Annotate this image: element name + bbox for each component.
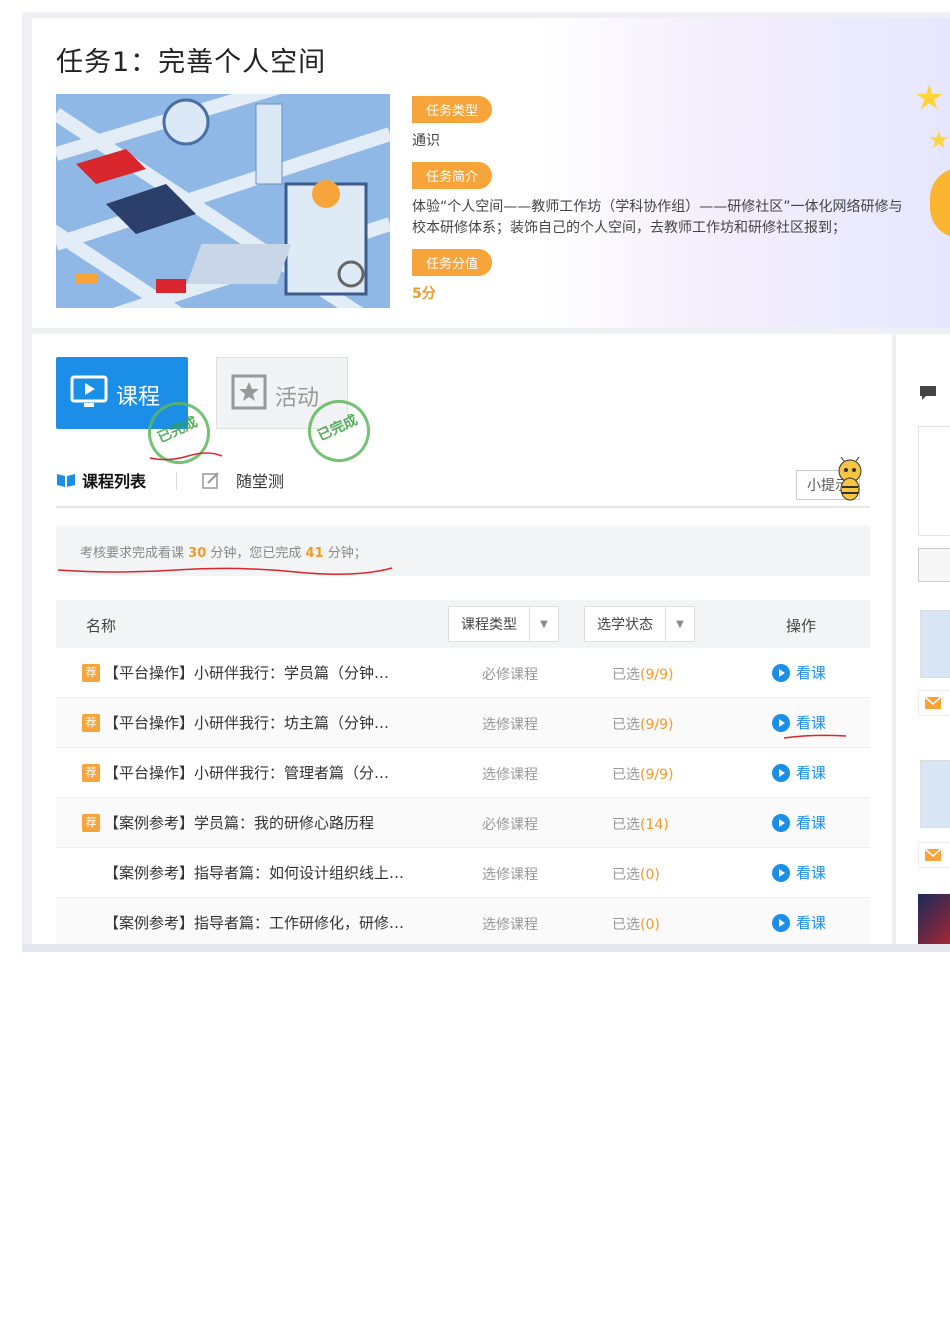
course-status: 已选(9/9) bbox=[612, 667, 674, 683]
task-type-value: 通识 bbox=[412, 133, 440, 149]
play-icon bbox=[772, 763, 790, 782]
table-row: 【案例参考】指导者篇：工作研修化，研修… 选修课程 已选(0) 看课 bbox=[56, 898, 870, 948]
table-header: 名称 课程类型 ▼ 选学状态 ▼ 操作 bbox=[56, 600, 870, 648]
course-name[interactable]: 【平台操作】小研伴我行：学员篇（分钟… bbox=[104, 662, 424, 683]
monitor-play-icon bbox=[70, 375, 108, 407]
course-panel: 课程 已完成 活动 已完成 课程列表 随堂测 小提示 考核要求完成看课 30 分… bbox=[32, 334, 892, 952]
red-annotation-underline bbox=[57, 567, 393, 575]
course-status: 已选(0) bbox=[612, 867, 660, 883]
recommend-badge: 荐 bbox=[82, 764, 100, 782]
watch-course-button[interactable]: 看课 bbox=[772, 862, 826, 883]
mail-icon[interactable] bbox=[918, 690, 950, 716]
subtab-quiz-label: 随堂测 bbox=[236, 472, 285, 491]
red-annotation-underline bbox=[149, 452, 223, 461]
task-info: 任务类型 通识 任务简介 体验“个人空间——教师工作坊（学科协作组）——研修社区… bbox=[412, 96, 912, 315]
chat-bubble-icon bbox=[920, 386, 936, 400]
subtab-course-list-label: 课程列表 bbox=[82, 472, 147, 491]
subtab-divider bbox=[176, 472, 177, 490]
course-name[interactable]: 【案例参考】指导者篇：工作研修化，研修… bbox=[104, 912, 424, 933]
watch-course-button[interactable]: 看课 bbox=[772, 812, 826, 833]
task-intro-value: 体验“个人空间——教师工作坊（学科协作组）——研修社区”一体化网络研修与校本研修… bbox=[412, 199, 903, 236]
course-status: 已选(9/9) bbox=[612, 767, 674, 783]
task-illustration bbox=[56, 94, 390, 308]
course-name[interactable]: 【案例参考】学员篇：我的研修心路历程 bbox=[104, 812, 424, 833]
task-title: 任务1：完善个人空间 bbox=[56, 47, 327, 78]
chevron-down-icon: ▼ bbox=[676, 618, 684, 630]
task-score-tag: 任务分值 bbox=[412, 249, 493, 276]
recommend-badge: 荐 bbox=[82, 814, 100, 832]
avatar[interactable] bbox=[920, 610, 950, 678]
course-type: 选修课程 bbox=[482, 917, 538, 933]
play-icon bbox=[772, 863, 790, 882]
recommend-badge: 荐 bbox=[82, 714, 100, 732]
completed-minutes: 41 bbox=[305, 546, 324, 561]
status-select[interactable]: 选学状态 ▼ bbox=[584, 606, 695, 642]
table-row: 【案例参考】指导者篇：如何设计组织线上… 选修课程 已选(0) 看课 bbox=[56, 848, 870, 898]
course-type: 选修课程 bbox=[482, 717, 538, 733]
col-operation: 操作 bbox=[786, 617, 817, 635]
table-row: 荐 【平台操作】小研伴我行：管理者篇（分… 选修课程 已选(9/9) 看课 bbox=[56, 748, 870, 798]
subtab-course-list[interactable]: 课程列表 bbox=[56, 468, 146, 492]
course-type: 选修课程 bbox=[482, 767, 538, 783]
table-row: 荐 【案例参考】学员篇：我的研修心路历程 必修课程 已选(14) 看课 bbox=[56, 798, 870, 848]
recommend-badge: 荐 bbox=[82, 664, 100, 682]
watch-course-button[interactable]: 看课 bbox=[772, 712, 826, 733]
course-type-select[interactable]: 课程类型 ▼ bbox=[448, 606, 559, 642]
course-type: 必修课程 bbox=[482, 817, 538, 833]
course-type: 选修课程 bbox=[482, 867, 538, 883]
task-score-value: 5分 bbox=[412, 286, 436, 302]
requirement-bar: 考核要求完成看课 30 分钟，您已完成 41 分钟； bbox=[56, 526, 870, 576]
red-annotation-underline bbox=[783, 734, 847, 739]
play-icon bbox=[772, 713, 790, 732]
book-icon bbox=[57, 474, 75, 487]
course-name[interactable]: 【平台操作】小研伴我行：管理者篇（分… bbox=[104, 762, 424, 783]
star-frame-icon bbox=[231, 374, 267, 410]
star-icon: ★ bbox=[914, 78, 945, 118]
requirement-text: 考核要求完成看课 30 分钟，您已完成 41 分钟； bbox=[80, 546, 367, 561]
watch-course-button[interactable]: 看课 bbox=[772, 662, 826, 683]
watch-course-button[interactable]: 看课 bbox=[772, 762, 826, 783]
star-icon: ★ bbox=[928, 126, 950, 154]
mail-icon[interactable] bbox=[918, 842, 950, 868]
table-row: 荐 【平台操作】小研伴我行：学员篇（分钟… 必修课程 已选(9/9) 看课 bbox=[56, 648, 870, 698]
task-intro-tag: 任务简介 bbox=[412, 162, 493, 189]
course-table: 名称 课程类型 ▼ 选学状态 ▼ 操作 荐 【平台操作】小研伴我行：学员篇（分钟… bbox=[56, 600, 870, 948]
tab-activity-label: 活动 bbox=[275, 386, 320, 411]
chevron-down-icon: ▼ bbox=[540, 618, 548, 630]
avatar[interactable] bbox=[920, 760, 950, 828]
course-status: 已选(14) bbox=[612, 817, 669, 833]
course-name[interactable]: 【案例参考】指导者篇：如何设计组织线上… bbox=[104, 862, 424, 883]
bee-mascot-icon bbox=[838, 457, 862, 501]
course-status: 已选(9/9) bbox=[612, 717, 674, 733]
task-type-tag: 任务类型 bbox=[412, 96, 493, 123]
course-type: 必修课程 bbox=[482, 667, 538, 683]
play-icon bbox=[772, 663, 790, 682]
table-row: 荐 【平台操作】小研伴我行：坊主篇（分钟… 选修课程 已选(9/9) 看课 bbox=[56, 698, 870, 748]
task-header-card: 任务1：完善个人空间 任务类型 通识 任务简介 体验“个人空间——教师工作坊（学… bbox=[32, 18, 950, 328]
side-button[interactable] bbox=[918, 548, 950, 582]
side-input-box[interactable] bbox=[918, 426, 950, 536]
subtab-quiz[interactable]: 随堂测 bbox=[202, 468, 284, 492]
watch-course-button[interactable]: 看课 bbox=[772, 912, 826, 933]
play-icon bbox=[772, 813, 790, 832]
hint-button[interactable]: 小提示 bbox=[796, 457, 862, 501]
tab-course-label: 课程 bbox=[116, 385, 161, 410]
col-name: 名称 bbox=[86, 617, 117, 635]
play-icon bbox=[772, 913, 790, 932]
window-bottom-edge bbox=[22, 944, 950, 952]
subtab-bar: 课程列表 随堂测 小提示 bbox=[56, 457, 870, 508]
course-status: 已选(0) bbox=[612, 917, 660, 933]
decorative-ball bbox=[930, 168, 950, 238]
app-window: 任务1：完善个人空间 任务类型 通识 任务简介 体验“个人空间——教师工作坊（学… bbox=[22, 12, 950, 952]
side-panel bbox=[896, 334, 950, 952]
edit-icon bbox=[202, 472, 219, 489]
required-minutes: 30 bbox=[188, 546, 207, 561]
course-name[interactable]: 【平台操作】小研伴我行：坊主篇（分钟… bbox=[104, 712, 424, 733]
